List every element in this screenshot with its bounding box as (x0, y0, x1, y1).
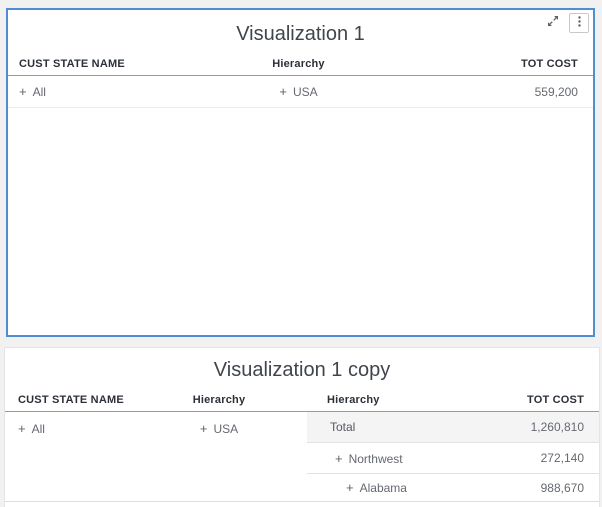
expand-plus-icon[interactable]: + (200, 421, 208, 436)
cust-state-label: All (31, 422, 45, 436)
table-row-group: + All + USA Total 1,260,810 + Northwest 272… (5, 412, 599, 502)
tot-cost-cell: 559,200 (534, 84, 578, 99)
hierarchy-cell: + USA (205, 84, 391, 99)
column-header-hierarchy-2: Hierarchy (327, 393, 380, 406)
hierarchy-cell: + Alabama (307, 480, 449, 495)
hierarchy-label: Northwest (348, 451, 403, 466)
cust-state-cell: + All (8, 84, 205, 99)
column-header-tot-cost: TOT COST (520, 58, 578, 70)
kebab-icon (577, 14, 581, 32)
table-header: CUST STATE NAME Hierarchy TOT COST (8, 53, 593, 76)
column-header-hierarchy: Hierarchy (272, 58, 325, 70)
cust-state-cell: + All (5, 412, 163, 501)
expand-button[interactable] (544, 14, 562, 32)
page-title: Visualization 1 copy (213, 359, 391, 381)
page-title: Visualization 1 (236, 23, 365, 45)
column-header-tot-cost: TOT COST (526, 393, 584, 406)
expand-plus-icon[interactable]: + (279, 84, 287, 99)
expand-icon (546, 14, 560, 33)
table-row: + All + USA 559,200 (8, 76, 593, 108)
table-row-total: Total 1,260,810 (307, 412, 599, 443)
panel-toolbar (544, 13, 589, 33)
cust-state-label: All (32, 85, 46, 99)
tot-cost-cell: 988,670 (540, 480, 584, 495)
hierarchy-cell: + Northwest (307, 451, 449, 466)
hierarchy-label: USA (292, 85, 318, 99)
hierarchy-label: Alabama (359, 481, 407, 495)
column-header-hierarchy-1: Hierarchy (192, 393, 246, 406)
hierarchy-label: USA (213, 422, 239, 436)
expand-plus-icon[interactable]: + (346, 480, 354, 495)
table-row-alabama: + Alabama 988,670 (307, 474, 599, 501)
table-header: CUST STATE NAME Hierarchy Hierarchy TOT … (5, 388, 599, 412)
expand-plus-icon[interactable]: + (18, 421, 26, 436)
visualization-1-panel[interactable]: Visualization 1 CUST STATE NAME Hierarch… (6, 8, 595, 337)
hierarchy-label: Total (330, 420, 356, 434)
tot-cost-cell: 272,140 (540, 451, 584, 465)
table-row-northwest: + Northwest 272,140 (307, 443, 599, 474)
tot-cost-cell: 1,260,810 (530, 420, 584, 434)
hierarchy-cell: + USA (163, 412, 275, 501)
hierarchy-subtable: Total 1,260,810 + Northwest 272,140 + Alab… (307, 412, 599, 501)
column-header-cust-state-name: CUST STATE NAME (18, 393, 124, 406)
column-header-cust-state-name: CUST STATE NAME (19, 58, 125, 70)
menu-button[interactable] (569, 13, 589, 33)
expand-plus-icon[interactable]: + (19, 84, 27, 99)
column-gap (275, 412, 307, 501)
expand-plus-icon[interactable]: + (335, 451, 343, 466)
visualization-1-copy-panel[interactable]: Visualization 1 copy CUST STATE NAME Hie… (4, 347, 600, 507)
